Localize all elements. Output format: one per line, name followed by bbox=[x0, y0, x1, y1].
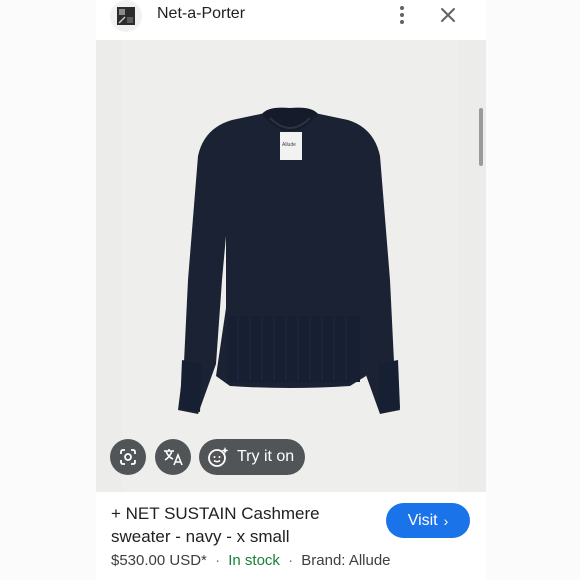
try-it-on-button[interactable]: Try it on bbox=[199, 439, 305, 475]
site-name[interactable]: Net-a-Porter bbox=[157, 5, 245, 23]
left-backdrop bbox=[0, 0, 96, 580]
product-title[interactable]: + NET SUSTAIN Cashmere sweater - navy - … bbox=[111, 502, 371, 548]
panel-header: Net-a-Porter bbox=[96, 0, 486, 40]
visit-label: Visit bbox=[407, 511, 438, 529]
product-image-backdrop: Allude bbox=[122, 40, 458, 492]
product-panel: Net-a-Porter Allude Try it on + NET SUST… bbox=[96, 0, 486, 580]
product-image-area[interactable]: Allude bbox=[96, 40, 486, 492]
close-icon bbox=[441, 8, 455, 22]
garment-tag-text: Allude bbox=[282, 142, 296, 148]
more-options-button[interactable] bbox=[392, 3, 412, 27]
lens-search-button[interactable] bbox=[110, 439, 146, 475]
site-favicon[interactable] bbox=[110, 0, 142, 32]
more-vert-icon bbox=[400, 6, 404, 24]
stock-status: In stock bbox=[228, 552, 280, 569]
separator: · bbox=[215, 552, 221, 569]
right-backdrop bbox=[486, 0, 580, 580]
sweater-image bbox=[178, 107, 400, 414]
chevron-right-icon: › bbox=[443, 512, 449, 529]
close-button[interactable] bbox=[436, 3, 460, 27]
product-meta: $530.00 USD* · In stock · Brand: Allude bbox=[111, 552, 481, 569]
face-sparkle-icon bbox=[207, 446, 229, 468]
site-logo-icon bbox=[117, 7, 135, 25]
brand: Brand: Allude bbox=[301, 552, 391, 569]
try-it-on-label: Try it on bbox=[237, 448, 295, 465]
translate-icon bbox=[164, 449, 183, 466]
price: $530.00 USD* bbox=[111, 552, 207, 569]
scrollbar[interactable] bbox=[479, 108, 483, 166]
visit-button[interactable]: Visit › bbox=[386, 503, 470, 538]
lens-icon bbox=[120, 449, 136, 465]
translate-button[interactable] bbox=[155, 439, 191, 475]
separator: · bbox=[288, 552, 294, 569]
